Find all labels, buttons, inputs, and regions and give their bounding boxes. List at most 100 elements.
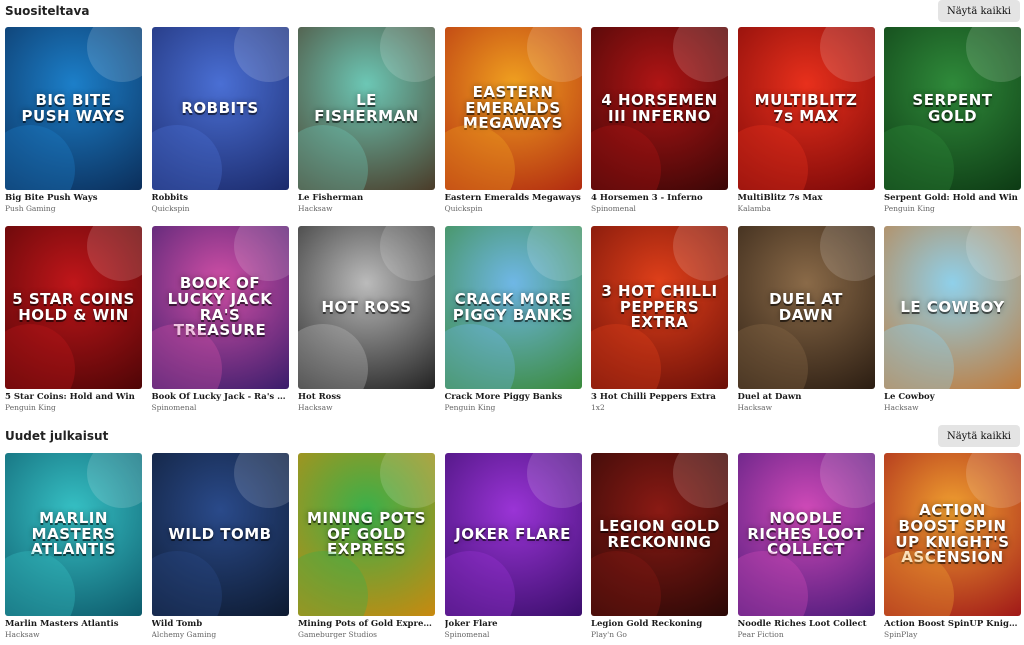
show-all-button[interactable]: Näytä kaikki [937,425,1020,447]
show-all-button[interactable]: Näytä kaikki [937,0,1020,22]
game-title[interactable]: Hot Ross [298,392,435,402]
game-title[interactable]: Le Cowboy [884,392,1021,402]
game-title[interactable]: MultiBlitz 7s Max [738,193,875,203]
game-title[interactable]: Mining Pots of Gold Express Gold ... [298,619,435,629]
game-thumbnail[interactable]: DUEL AT DAWN [737,226,875,389]
game-title[interactable]: Action Boost SpinUP Knight's Asc... [884,619,1021,629]
game-title[interactable]: Joker Flare [445,619,582,629]
game-logo: CRACK MORE PIGGY BANKS [452,289,574,324]
game-provider: Penguin King [444,403,496,412]
thumbnail-artwork [5,551,75,616]
game-card[interactable]: 4 HORSEMEN III INFERNO 4 Horsemen 3 - Inf… [591,27,728,213]
thumbnail-artwork [673,226,728,281]
thumbnail-artwork [673,27,728,82]
game-card[interactable]: DUEL AT DAWN Duel at Dawn Hacksaw [737,226,875,412]
game-card[interactable]: 3 HOT CHILLI PEPPERS EXTRA 3 Hot Chilli P… [591,226,728,412]
game-thumbnail[interactable]: LE FISHERMAN [298,27,435,190]
section-title: Uudet julkaisut [5,429,109,443]
game-thumbnail[interactable]: SERPENT GOLD [884,27,1021,190]
game-logo: SERPENT GOLD [912,90,993,125]
game-card[interactable]: ACTION BOOST SPIN UP KNIGHT'S ASCENSION A… [884,453,1021,639]
thumbnail-artwork [591,551,661,616]
game-thumbnail[interactable]: ACTION BOOST SPIN UP KNIGHT'S ASCENSION [884,453,1021,616]
game-grid-recommended-row-2: 5 STAR COINS HOLD & WIN 5 Star Coins: Hol… [5,226,1021,412]
game-title[interactable]: 5 Star Coins: Hold and Win [5,392,142,402]
game-logo: LE COWBOY [900,297,1005,316]
game-title[interactable]: Book Of Lucky Jack - Ra's Treasure [152,392,289,402]
game-card[interactable]: WILD TOMB Wild Tomb Alchemy Gaming [151,453,289,639]
game-title[interactable]: Crack More Piggy Banks [445,392,582,402]
game-title[interactable]: Eastern Emeralds Megaways [445,193,582,203]
game-thumbnail[interactable]: 4 HORSEMEN III INFERNO [591,27,728,190]
game-title[interactable]: Robbits [152,193,289,203]
game-card[interactable]: 5 STAR COINS HOLD & WIN 5 Star Coins: Hol… [5,226,142,412]
game-card[interactable]: SERPENT GOLD Serpent Gold: Hold and Win Pe… [884,27,1021,213]
game-provider: Kalamba [737,204,771,213]
game-grid-recommended-row-1: BIG BITE PUSH WAYS Big Bite Push Ways Push… [5,27,1021,213]
game-card[interactable]: HOT ROSS Hot Ross Hacksaw [298,226,435,412]
game-thumbnail[interactable]: JOKER FLARE [444,453,582,616]
game-title[interactable]: 3 Hot Chilli Peppers Extra [591,392,728,402]
thumbnail-artwork [737,324,808,389]
game-thumbnail[interactable]: MARLIN MASTERS ATLANTIS [5,453,142,616]
game-thumbnail[interactable]: MULTIBLITZ 7s MAX [737,27,875,190]
game-provider: Push Gaming [5,204,56,213]
game-title[interactable]: Serpent Gold: Hold and Win [884,193,1021,203]
game-card[interactable]: EASTERN EMERALDS MEGAWAYS Eastern Emerald… [444,27,582,213]
thumbnail-artwork [526,27,582,82]
section-title: Suositeltava [5,4,90,18]
game-thumbnail[interactable]: NOODLE RICHES LOOT COLLECT [737,453,875,616]
game-card[interactable]: ROBBITS Robbits Quickspin [151,27,289,213]
thumbnail-artwork [884,125,954,190]
game-title[interactable]: 4 Horsemen 3 - Inferno [591,193,728,203]
game-title[interactable]: Le Fisherman [298,193,435,203]
thumbnail-artwork [233,27,289,82]
thumbnail-artwork [819,226,875,281]
game-thumbnail[interactable]: MINING POTS OF GOLD EXPRESS [298,453,435,616]
game-card[interactable]: MULTIBLITZ 7s MAX MultiBlitz 7s Max Kalamb… [737,27,875,213]
game-title[interactable]: Noodle Riches Loot Collect [738,619,875,629]
game-thumbnail[interactable]: HOT ROSS [298,226,435,389]
game-title[interactable]: Wild Tomb [152,619,289,629]
thumbnail-artwork [87,226,142,281]
game-thumbnail[interactable]: BIG BITE PUSH WAYS [5,27,142,190]
game-thumbnail[interactable]: 5 STAR COINS HOLD & WIN [5,226,142,389]
thumbnail-artwork [380,27,435,82]
thumbnail-artwork [298,551,368,616]
game-thumbnail[interactable]: BOOK OF LUCKY JACK RA'S TREASURE [151,226,289,389]
game-card[interactable]: MINING POTS OF GOLD EXPRESS Mining Pots o… [298,453,435,639]
game-card[interactable]: JOKER FLARE Joker Flare Spinomenal [444,453,582,639]
game-logo: ROBBITS [181,98,259,117]
game-thumbnail[interactable]: EASTERN EMERALDS MEGAWAYS [444,27,582,190]
game-card[interactable]: MARLIN MASTERS ATLANTIS Marlin Masters At… [5,453,142,639]
game-provider: Hacksaw [884,403,919,412]
game-logo: BIG BITE PUSH WAYS [21,90,126,125]
game-card[interactable]: NOODLE RICHES LOOT COLLECT Noodle Riches … [737,453,875,639]
game-card[interactable]: LEGION GOLD RECKONING Legion Gold Reckoni… [591,453,728,639]
game-logo: MULTIBLITZ 7s MAX [754,90,858,125]
thumbnail-artwork [819,27,875,82]
game-thumbnail[interactable]: CRACK MORE PIGGY BANKS [444,226,582,389]
game-title[interactable]: Marlin Masters Atlantis [5,619,142,629]
game-card[interactable]: BIG BITE PUSH WAYS Big Bite Push Ways Push… [5,27,142,213]
game-title[interactable]: Big Bite Push Ways [5,193,142,203]
game-thumbnail[interactable]: ROBBITS [151,27,289,190]
game-title[interactable]: Duel at Dawn [738,392,875,402]
thumbnail-artwork [298,125,368,190]
thumbnail-artwork [819,453,875,508]
thumbnail-artwork [298,324,368,389]
game-card[interactable]: BOOK OF LUCKY JACK RA'S TREASURE Book Of … [151,226,289,412]
game-card[interactable]: CRACK MORE PIGGY BANKS Crack More Piggy B… [444,226,582,412]
game-thumbnail[interactable]: LE COWBOY [884,226,1021,389]
game-logo: DUEL AT DAWN [769,289,843,324]
game-thumbnail[interactable]: LEGION GOLD RECKONING [591,453,728,616]
section-header-new-releases: Uudet julkaisut Näytä kaikki [0,425,1024,451]
game-card[interactable]: LE COWBOY Le Cowboy Hacksaw [884,226,1021,412]
section-header-recommended: Suositeltava Näytä kaikki [0,0,1024,26]
game-card[interactable]: LE FISHERMAN Le Fisherman Hacksaw [298,27,435,213]
game-thumbnail[interactable]: WILD TOMB [151,453,289,616]
thumbnail-artwork [151,125,222,190]
game-title[interactable]: Legion Gold Reckoning [591,619,728,629]
game-provider: Spinomenal [444,630,490,639]
game-thumbnail[interactable]: 3 HOT CHILLI PEPPERS EXTRA [591,226,728,389]
